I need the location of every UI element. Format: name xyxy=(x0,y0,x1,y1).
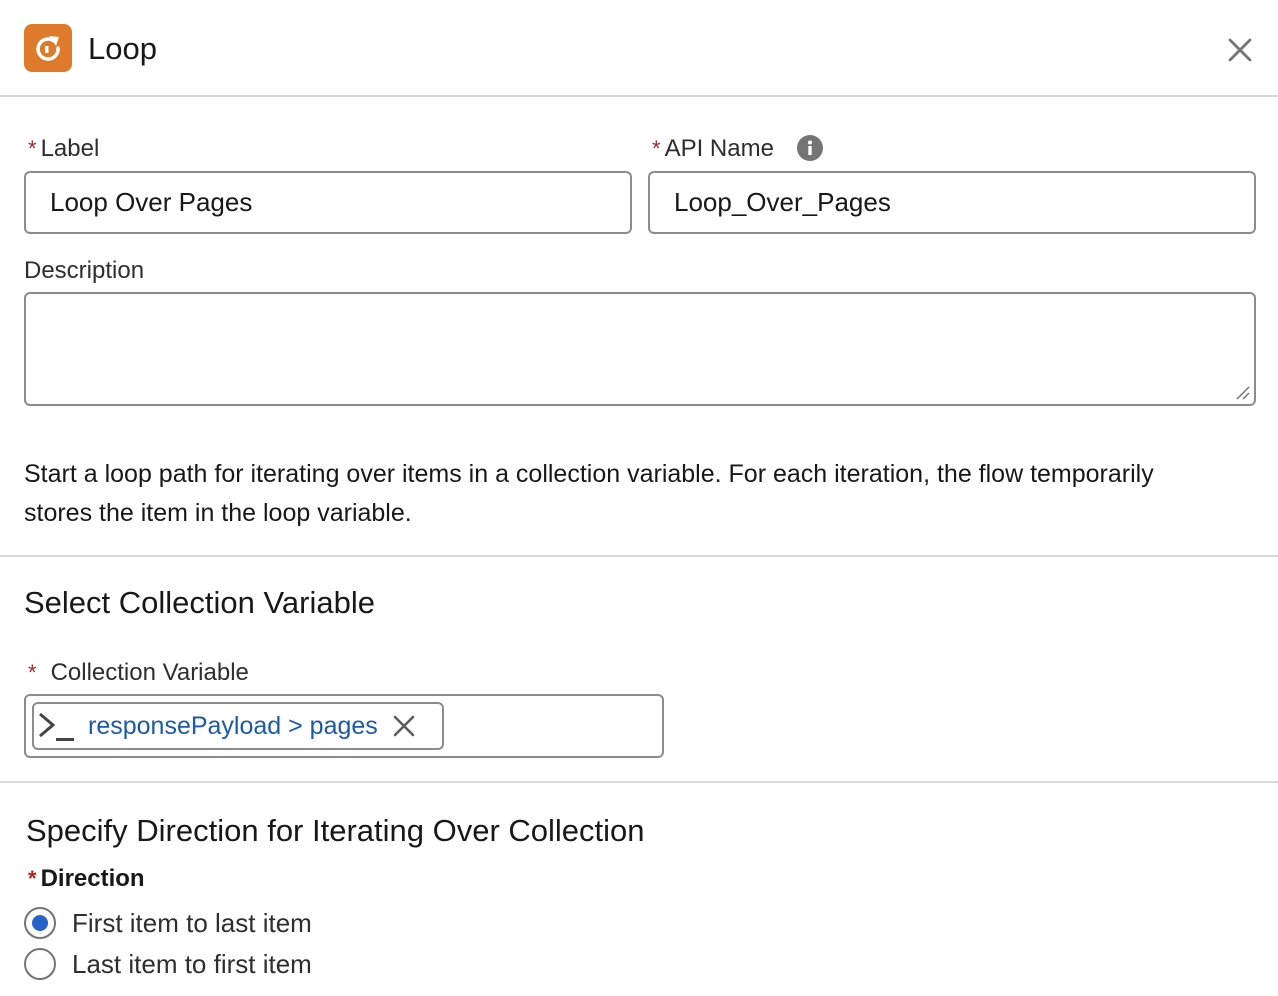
help-text: Start a loop path for iterating over ite… xyxy=(24,460,1154,527)
label-input[interactable]: Loop Over Pages xyxy=(24,171,632,234)
required-mark: * xyxy=(652,136,661,161)
radio-button-last-to-first[interactable] xyxy=(24,948,56,980)
api-name-input[interactable]: Loop_Over_Pages xyxy=(648,171,1256,234)
description-textarea[interactable] xyxy=(24,292,1256,406)
terminal-icon xyxy=(38,708,76,744)
info-icon[interactable] xyxy=(796,134,824,162)
label-field-label: * Label xyxy=(28,135,100,162)
description-label: Description xyxy=(24,257,145,284)
api-name-field-label: * API Name xyxy=(652,135,774,162)
header-divider xyxy=(0,95,1278,97)
resize-handle-icon[interactable] xyxy=(1234,384,1250,400)
collection-variable-value: responsePayload > pages xyxy=(88,711,378,740)
radio-label: Last item to first item xyxy=(72,949,312,979)
required-mark: * xyxy=(28,660,37,685)
direction-label: * Direction xyxy=(28,865,145,892)
radio-button-first-to-last[interactable] xyxy=(24,907,56,939)
close-icon[interactable] xyxy=(1224,34,1256,66)
radio-label: First item to last item xyxy=(72,908,312,938)
radio-option-first-to-last[interactable]: First item to last item xyxy=(24,907,312,939)
required-mark: * xyxy=(28,136,37,161)
section-divider xyxy=(0,781,1278,783)
remove-icon[interactable] xyxy=(392,714,416,738)
loop-icon xyxy=(24,24,72,72)
section-divider xyxy=(0,555,1278,557)
direction-section-title: Specify Direction for Iterating Over Col… xyxy=(26,813,645,848)
required-mark: * xyxy=(28,866,37,891)
radio-option-last-to-first[interactable]: Last item to first item xyxy=(24,948,312,980)
panel-title: Loop xyxy=(88,31,157,66)
collection-variable-pill[interactable]: responsePayload > pages xyxy=(32,702,444,750)
collection-section-title: Select Collection Variable xyxy=(24,585,375,620)
collection-variable-label: * Collection Variable xyxy=(28,659,249,686)
